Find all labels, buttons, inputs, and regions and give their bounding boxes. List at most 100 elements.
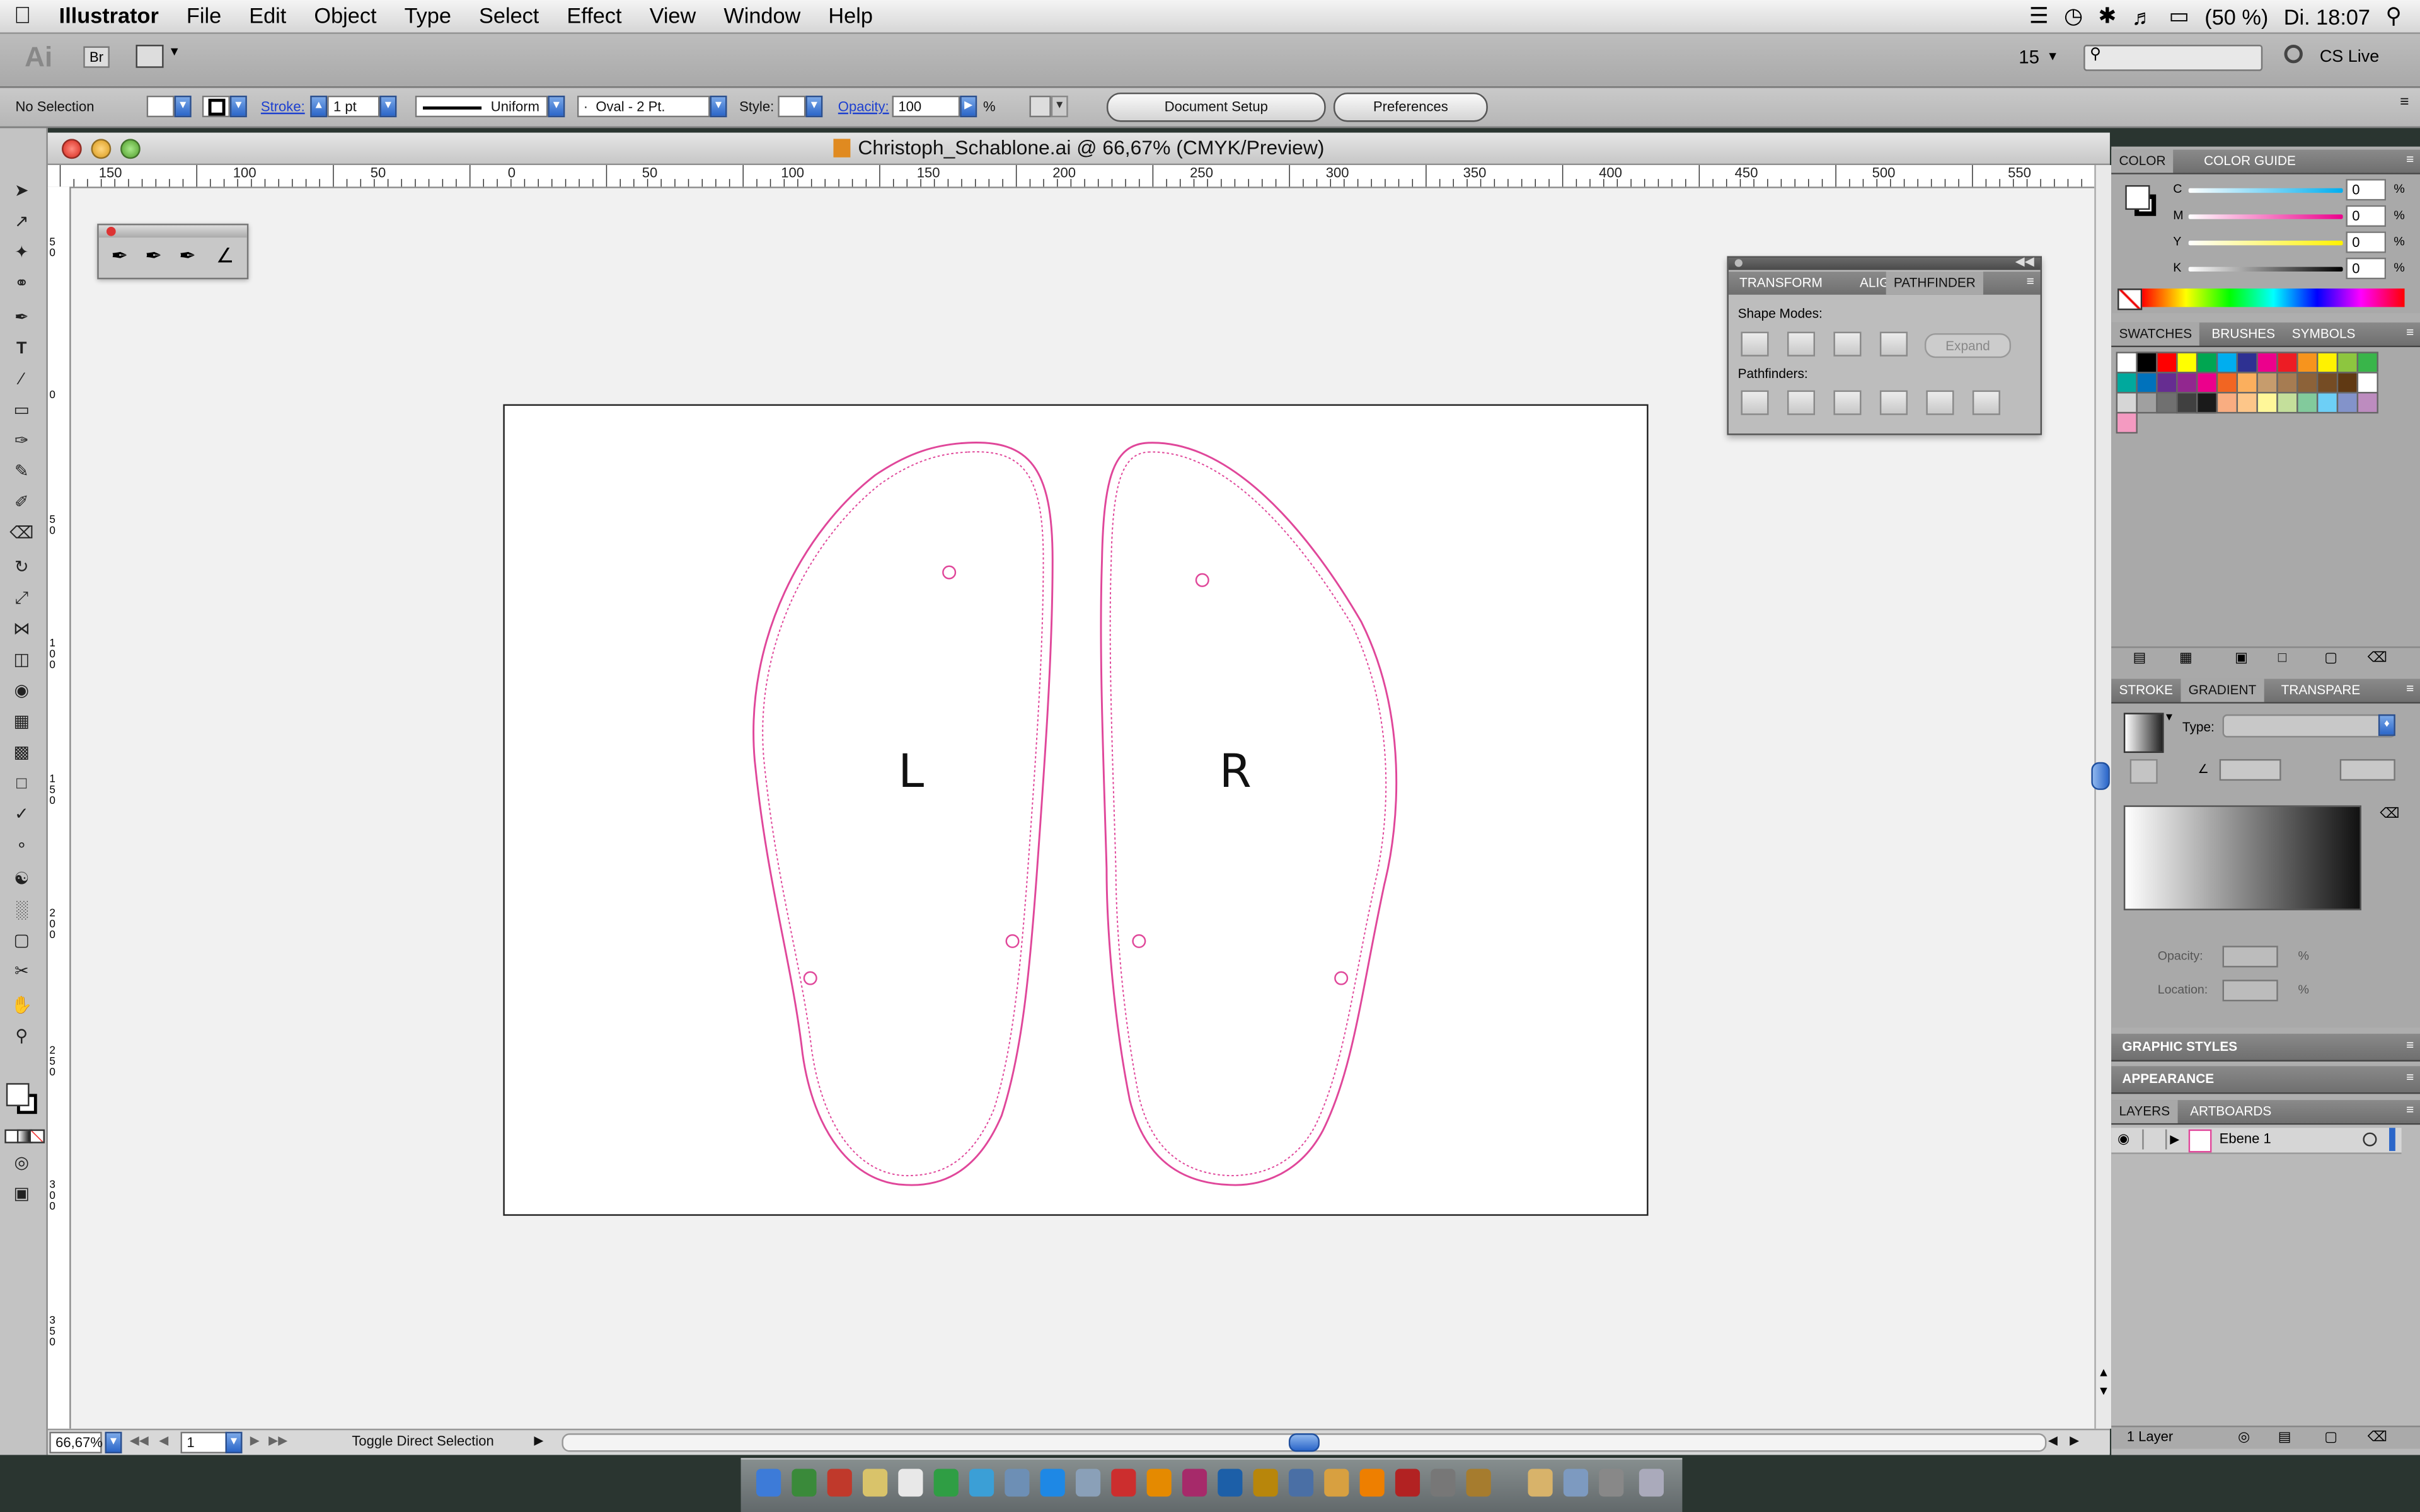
battery-icon[interactable]: ▭ [2169,3,2189,30]
color-swatch[interactable] [2356,352,2378,374]
color-swatch[interactable] [2316,392,2339,414]
scale-tool-icon[interactable]: ⤢ [9,588,34,609]
left-sole-label[interactable]: L [898,745,924,798]
apple-icon[interactable]:  [0,0,45,32]
crop-icon[interactable] [1879,390,1908,415]
color-swatch[interactable] [2156,392,2178,414]
fill-swatch-icon[interactable] [2125,185,2150,210]
stroke-weight-field[interactable]: 1 pt [327,95,380,118]
color-swatch[interactable] [2276,352,2298,374]
swatch-options-icon[interactable]: ▣ [2235,650,2248,667]
horizontal-scrollbar[interactable] [562,1433,2047,1452]
calendar-icon[interactable] [898,1469,923,1497]
horizontal-ruler[interactable]: 150 100 50 0 50 100 150 200 250 300 350 … [47,165,2095,188]
artboard-tool-icon[interactable]: ▢ [9,931,34,952]
outline-icon[interactable] [1926,390,1954,415]
perspective-grid-tool-icon[interactable]: ▦ [9,711,34,733]
menu-file[interactable]: File [173,0,235,32]
opacity-label[interactable]: Opacity: [838,94,889,118]
illustrator-icon[interactable] [1146,1469,1172,1497]
type-tool-icon[interactable]: T [9,338,34,359]
spotlight-icon[interactable]: ⚲ [2386,3,2402,30]
panel-menu-icon[interactable]: ≡ [2406,324,2414,339]
last-artboard-icon[interactable]: ▶▶ [268,1433,287,1447]
downloads-icon[interactable] [1563,1469,1589,1497]
recolor-dropdown[interactable]: ▼ [1051,95,1068,118]
scroll-right-icon[interactable]: ▶ [2070,1433,2079,1447]
free-transform-tool-icon[interactable]: ◫ [9,650,34,671]
paintbrush-tool-icon[interactable]: ✑ [9,430,34,452]
right-sole-outline[interactable] [1100,442,1398,1186]
brush-definition[interactable]: · Oval - 2 Pt. [577,95,710,118]
unite-icon[interactable] [1741,331,1769,357]
color-spectrum[interactable] [2142,288,2405,307]
mail-icon[interactable] [827,1469,852,1497]
expand-button[interactable]: Expand [1924,333,2012,358]
skype-icon[interactable] [1040,1469,1065,1497]
close-button[interactable] [61,139,82,159]
trash-icon[interactable]: ⌫ [2368,1429,2387,1446]
black-value[interactable]: 0 [2346,257,2387,280]
tab-color[interactable]: COLOR [2111,149,2174,173]
eye-icon[interactable]: ◉ [2118,1131,2129,1148]
gradient-opacity-field[interactable] [2222,946,2278,968]
volume-icon[interactable]: ♬ [2132,4,2153,28]
color-swatch[interactable] [2296,372,2319,394]
brush-dropdown[interactable]: ▼ [710,95,727,118]
tab-pathfinder[interactable]: PATHFINDER [1886,272,1984,295]
menu-window[interactable]: Window [710,0,814,32]
menu-view[interactable]: View [636,0,710,32]
graphic-styles-header[interactable]: GRAPHIC STYLES ≡ [2111,1033,2420,1062]
magenta-value[interactable]: 0 [2346,205,2387,227]
workspace-value[interactable]: 15 [2019,46,2039,67]
cs-live-button[interactable]: CS Live [2320,48,2379,66]
arrange-documents-icon[interactable] [135,45,164,68]
gradient-preview-swatch[interactable] [2123,713,2164,753]
system-icon[interactable] [1075,1469,1101,1497]
panel-menu-icon[interactable]: ≡ [2406,1102,2414,1117]
cyan-value[interactable]: 0 [2346,179,2387,201]
eyedropper-tool-icon[interactable]: ✓ [9,804,34,825]
new-color-group-icon[interactable]: □ [2278,650,2286,665]
symbol-sprayer-tool-icon[interactable]: ☯ [9,869,34,890]
zoom-dropdown[interactable]: ▼ [105,1431,122,1453]
tab-gradient[interactable]: GRADIENT [2181,679,2264,702]
gradient-location-field[interactable] [2222,980,2278,1002]
target-icon[interactable] [2363,1132,2377,1147]
zoom-button[interactable] [120,139,141,159]
color-swatch[interactable] [2116,411,2138,434]
status-menu-icon[interactable]: ▶ [534,1433,543,1447]
gradient-tool-icon[interactable]: □ [9,773,34,794]
color-swatch[interactable] [2196,352,2218,374]
tab-layers[interactable]: LAYERS [2111,1100,2178,1123]
color-swatch[interactable] [2176,352,2198,374]
magic-wand-tool-icon[interactable]: ✦ [9,242,34,263]
previous-artboard-icon[interactable]: ◀ [159,1433,168,1447]
first-artboard-icon[interactable]: ◀◀ [130,1433,149,1447]
stroke-weight-dropdown[interactable]: ▼ [379,95,397,118]
scroll-up-icon[interactable]: ▲ [2097,1365,2109,1379]
fill-swatch-icon[interactable] [6,1083,30,1106]
panel-menu-icon[interactable]: ≡ [2027,273,2034,288]
panel-menu-icon[interactable]: ≡ [2406,1037,2414,1052]
menu-type[interactable]: Type [391,0,465,32]
gradient-slider-preview[interactable] [2123,805,2361,910]
cs-live-icon[interactable] [2284,45,2303,64]
app-icon[interactable] [1288,1469,1314,1497]
selection-tool-icon[interactable]: ➤ [9,181,34,202]
tab-appearance[interactable]: APPEARANCE [2114,1066,2221,1089]
blob-brush-tool-icon[interactable]: ✐ [9,492,34,513]
aspect-ratio-field[interactable] [2339,759,2395,781]
bridge-button[interactable]: Br [83,46,110,68]
vertical-scroll-thumb[interactable] [2091,762,2110,790]
minus-back-icon[interactable] [1972,390,2000,415]
tab-color-guide[interactable]: COLOR GUIDE [2196,150,2303,173]
recolor-icon[interactable] [1029,95,1051,118]
yellow-slider[interactable] [2188,241,2343,246]
draw-mode-icon[interactable]: ◎ [9,1152,34,1174]
artboard-number-field[interactable]: 1 [180,1431,228,1453]
tab-artboards[interactable]: ARTBOARDS [2182,1100,2279,1123]
add-anchor-point-icon[interactable]: ✒ [145,244,162,268]
stroke-color-control[interactable]: ▼ [202,94,247,118]
color-swatch[interactable] [2336,352,2359,374]
